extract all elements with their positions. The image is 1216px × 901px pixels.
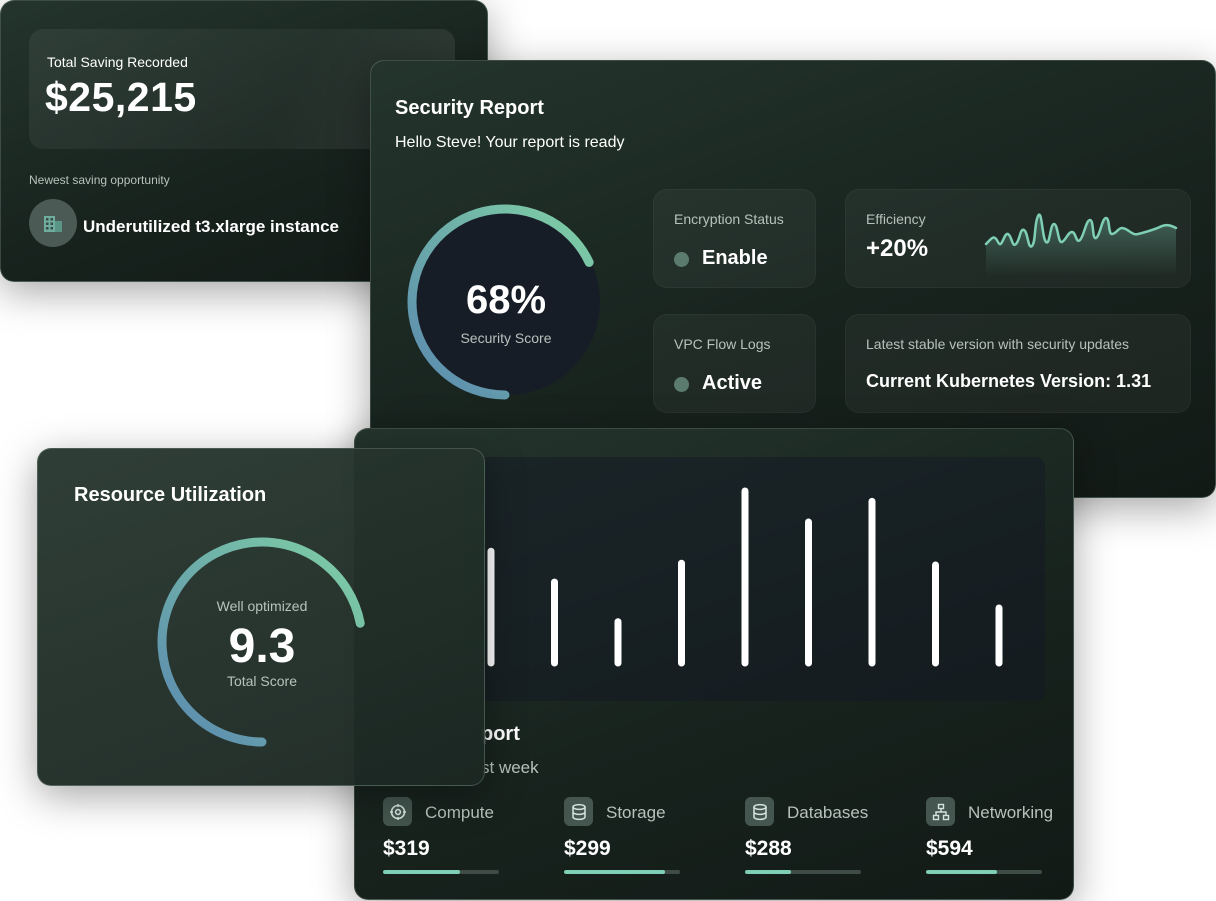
category-progress xyxy=(926,870,1042,874)
category-progress-fill xyxy=(383,870,460,874)
vpc-flow-logs-tile[interactable]: VPC Flow Logs Active xyxy=(653,314,816,413)
total-saving-value: $25,215 xyxy=(45,74,197,120)
resource-score-label: Total Score xyxy=(226,673,298,689)
efficiency-value: +20% xyxy=(866,235,929,262)
category-progress xyxy=(383,870,499,874)
category-value: $288 xyxy=(745,837,792,860)
resource-status-label: Well optimized xyxy=(216,598,308,614)
category-compute[interactable]: Compute $319 xyxy=(383,797,533,887)
category-databases[interactable]: Databases $288 xyxy=(745,797,895,887)
status-dot-icon xyxy=(674,252,689,267)
saving-opportunity-label: Newest saving opportunity xyxy=(29,173,170,187)
resource-score-value: 9.3 xyxy=(228,620,296,673)
cost-report-subtitle: st week xyxy=(481,758,539,777)
kubernetes-version-value: Current Kubernetes Version: 1.31 xyxy=(866,371,1152,391)
compute-icon xyxy=(383,797,412,826)
saving-opportunity-text[interactable]: Underutilized t3.xlarge instance xyxy=(83,217,339,237)
category-progress xyxy=(564,870,680,874)
category-networking[interactable]: Networking $594 xyxy=(926,797,1073,887)
security-score-value: 68% xyxy=(465,278,547,322)
database-icon xyxy=(745,797,774,826)
category-label: Networking xyxy=(968,803,1054,822)
encryption-status-label: Encryption Status xyxy=(674,211,784,227)
category-value: $299 xyxy=(564,837,611,860)
security-report-title: Security Report xyxy=(395,97,544,119)
category-storage[interactable]: Storage $299 xyxy=(564,797,714,887)
resource-utilization-title: Resource Utilization xyxy=(74,484,267,506)
vpc-flow-logs-value: Active xyxy=(702,372,763,394)
weekly-cost-chart xyxy=(465,457,1045,701)
category-value: $594 xyxy=(926,837,973,860)
status-dot-icon xyxy=(674,377,689,392)
network-icon xyxy=(926,797,955,826)
security-score-label: Security Score xyxy=(460,330,552,346)
vpc-flow-logs-label: VPC Flow Logs xyxy=(674,336,771,352)
security-report-greeting: Hello Steve! Your report is ready xyxy=(395,134,625,151)
kubernetes-version-tile[interactable]: Latest stable version with security upda… xyxy=(845,314,1191,413)
storage-icon xyxy=(564,797,593,826)
category-progress-fill xyxy=(745,870,792,874)
category-label: Storage xyxy=(606,803,666,822)
category-value: $319 xyxy=(383,837,430,860)
category-label: Databases xyxy=(787,803,869,822)
efficiency-sparkline xyxy=(984,213,1178,276)
category-progress xyxy=(745,870,861,874)
encryption-status-tile[interactable]: Encryption Status Enable xyxy=(653,189,816,288)
category-label: Compute xyxy=(425,803,494,822)
kubernetes-version-label: Latest stable version with security upda… xyxy=(866,336,1130,352)
category-progress-fill xyxy=(564,870,665,874)
resource-utilization-card: Resource Utilization Well optimized 9.3 … xyxy=(37,448,485,786)
efficiency-tile[interactable]: Efficiency +20% xyxy=(845,189,1191,288)
total-saving-label: Total Saving Recorded xyxy=(47,54,188,70)
efficiency-label: Efficiency xyxy=(866,211,926,227)
building-icon xyxy=(29,199,77,247)
weekly-cost-bars xyxy=(487,487,1003,667)
category-progress-fill xyxy=(926,870,997,874)
encryption-status-value: Enable xyxy=(702,247,768,269)
cost-report-title: port xyxy=(481,723,520,745)
